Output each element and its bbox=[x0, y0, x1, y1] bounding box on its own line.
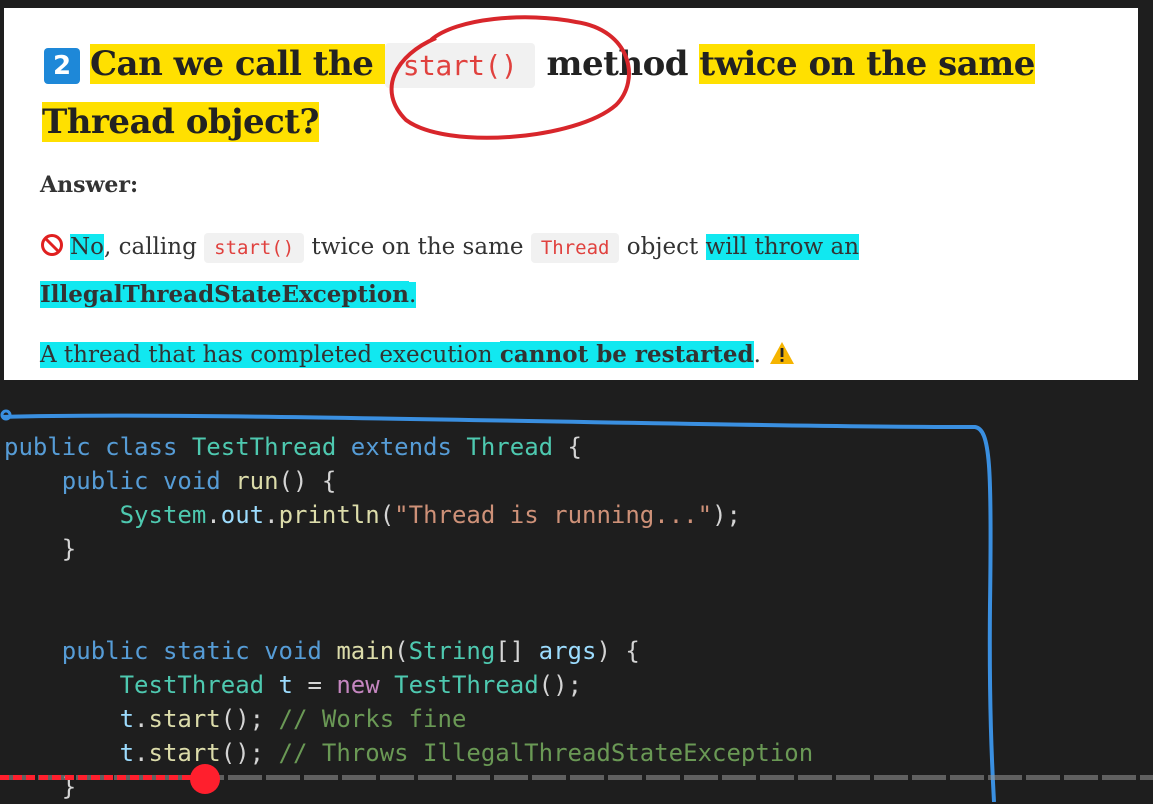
code-token: . bbox=[134, 739, 149, 767]
answer-no: No bbox=[70, 234, 104, 260]
question-code: start() bbox=[384, 43, 536, 88]
code-token: // Throws IllegalThreadStateException bbox=[278, 739, 814, 767]
code-token: String bbox=[408, 637, 496, 665]
question-part2: method bbox=[535, 44, 700, 84]
code-token: run bbox=[235, 467, 279, 495]
code-token: (); bbox=[220, 705, 279, 733]
code-token: t bbox=[264, 671, 293, 699]
code-token: TestThread bbox=[119, 671, 265, 699]
code-token: println bbox=[278, 501, 380, 529]
code-token: . bbox=[264, 501, 279, 529]
answer-text: . bbox=[753, 342, 761, 368]
prohibited-icon bbox=[41, 234, 63, 256]
code-token: [] bbox=[495, 637, 539, 665]
code-line: TestThread t = new TestThread(); bbox=[4, 671, 582, 699]
code-line: public static void main(String[] args) { bbox=[4, 637, 640, 665]
code-token: ) { bbox=[596, 637, 640, 665]
answer-bold: cannot be restarted bbox=[499, 341, 754, 368]
question-part3: twice bbox=[699, 44, 798, 84]
code-token: t bbox=[119, 739, 135, 767]
code-line: } bbox=[4, 535, 77, 563]
code-token: public void bbox=[4, 467, 236, 495]
code-token: ( bbox=[379, 501, 395, 529]
code-token: public static void bbox=[4, 637, 337, 665]
inline-code-thread: Thread bbox=[530, 233, 620, 263]
code-token: () { bbox=[278, 467, 337, 495]
answer-label: Answer: bbox=[40, 172, 139, 198]
code-token: start bbox=[148, 705, 221, 733]
code-token: TestThread bbox=[191, 433, 337, 461]
code-line: public void run() { bbox=[4, 467, 337, 495]
code-token: new bbox=[336, 671, 380, 699]
code-token: // Works fine bbox=[278, 705, 467, 733]
code-token: out bbox=[220, 501, 265, 529]
code-line: t.start(); // Works fine bbox=[4, 705, 467, 733]
code-token: (); bbox=[538, 671, 583, 699]
inline-code-start: start() bbox=[204, 233, 305, 263]
question-part1: Can we call the bbox=[90, 44, 385, 84]
video-progress-bar[interactable] bbox=[0, 764, 1153, 794]
code-token: t bbox=[119, 705, 135, 733]
code-token: extends bbox=[336, 433, 467, 461]
code-block: public class TestThread extends Thread {… bbox=[4, 430, 984, 804]
answer-line-3: A thread that has completed execution ca… bbox=[40, 335, 1130, 375]
code-token: "Thread is running..." bbox=[394, 501, 713, 529]
code-token: . bbox=[206, 501, 221, 529]
code-token: args bbox=[538, 637, 597, 665]
code-token: System bbox=[119, 501, 207, 529]
code-token: public class bbox=[4, 433, 192, 461]
code-token: TestThread bbox=[394, 671, 539, 699]
answer-line-2: IllegalThreadStateException. bbox=[40, 275, 1130, 315]
answer-highlight: A thread that has completed execution bbox=[40, 342, 500, 368]
question-card: 2 Can we call the start() method twice o… bbox=[4, 8, 1138, 380]
code-line: public class TestThread extends Thread { bbox=[4, 433, 582, 461]
code-token: ( bbox=[394, 637, 409, 665]
code-token: ); bbox=[712, 501, 741, 529]
question-heading: Can we call the start() method twice on … bbox=[42, 36, 1132, 150]
exception-name: IllegalThreadStateException bbox=[40, 281, 409, 308]
code-token: start bbox=[148, 739, 221, 767]
code-token: { bbox=[553, 433, 582, 461]
warning-icon bbox=[769, 342, 794, 364]
answer-highlight: will throw an bbox=[705, 234, 860, 260]
answer-line-1: No, calling start() twice on the same Th… bbox=[40, 227, 1130, 268]
code-line: t.start(); // Throws IllegalThreadStateE… bbox=[4, 739, 814, 767]
code-token: Thread bbox=[466, 433, 554, 461]
answer-text: object bbox=[619, 234, 706, 260]
progress-played bbox=[0, 775, 206, 780]
answer-text: twice on the same bbox=[304, 234, 531, 260]
code-line: System.out.println("Thread is running...… bbox=[4, 501, 741, 529]
answer-text: , calling bbox=[103, 234, 205, 260]
code-token: (); bbox=[220, 739, 279, 767]
code-token: = bbox=[293, 671, 337, 699]
code-token: main bbox=[336, 637, 395, 665]
code-token: . bbox=[134, 705, 149, 733]
answer-text: . bbox=[408, 282, 417, 308]
